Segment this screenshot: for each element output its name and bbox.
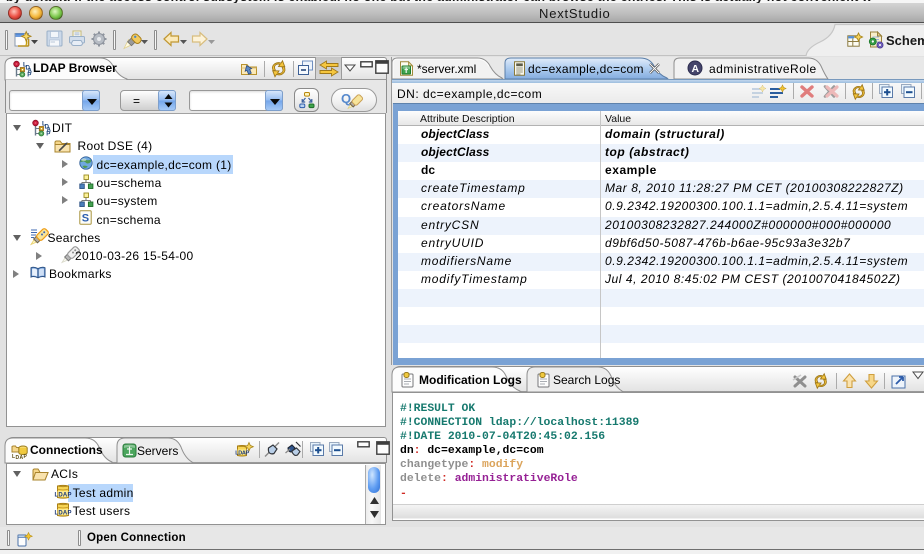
svg-text:LDAP: LDAP xyxy=(55,493,72,499)
svg-text:P: P xyxy=(46,131,50,138)
svg-text:P: P xyxy=(27,72,31,79)
svg-text:LDAP: LDAP xyxy=(55,511,72,517)
svg-text:LDAP: LDAP xyxy=(235,451,249,457)
svg-text:A: A xyxy=(692,63,700,75)
svg-text:S: S xyxy=(82,212,89,224)
